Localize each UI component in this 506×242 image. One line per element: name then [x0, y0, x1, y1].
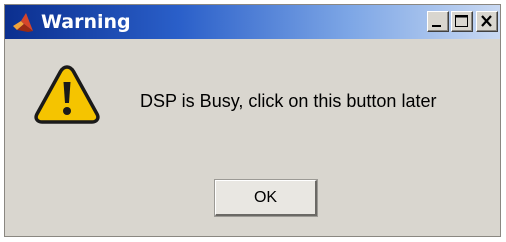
- maximize-icon: [455, 15, 468, 27]
- ok-button[interactable]: OK: [214, 179, 318, 217]
- title-bar[interactable]: Warning: [5, 5, 500, 39]
- close-button[interactable]: [476, 11, 498, 32]
- warning-message: DSP is Busy, click on this button later: [140, 91, 437, 111]
- minimize-icon: [432, 25, 441, 27]
- window-title: Warning: [41, 11, 131, 33]
- close-icon: [481, 15, 492, 27]
- minimize-button[interactable]: [427, 11, 449, 32]
- matlab-logo-icon: [11, 12, 35, 34]
- maximize-button[interactable]: [451, 11, 473, 32]
- warning-icon: [33, 63, 101, 125]
- warning-dialog-window: Warning DSP is Busy, click on this butto…: [4, 4, 501, 237]
